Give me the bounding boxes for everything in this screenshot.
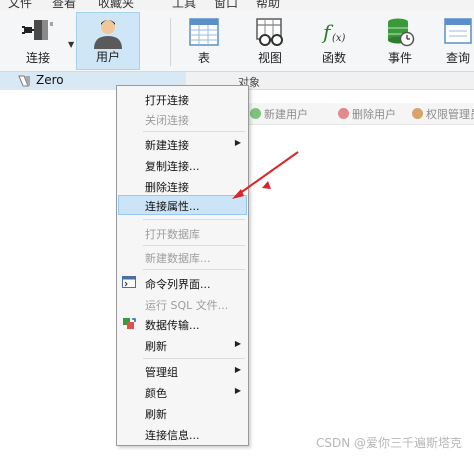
- menu-separator: [143, 131, 245, 132]
- delete-icon: [338, 108, 349, 119]
- menu-item-label: 复制连接...: [145, 160, 200, 173]
- menu-item-copy-connection[interactable]: 复制连接...: [118, 155, 247, 175]
- query-label: 查询: [445, 51, 470, 65]
- data-transfer-icon: [122, 317, 136, 334]
- menu-item-label: 连接属性...: [145, 200, 200, 213]
- menu-item-label: 数据传输...: [145, 319, 200, 332]
- menu-item-new-connection[interactable]: 新建连接 ▶: [118, 134, 247, 154]
- user-label: 用户: [95, 50, 120, 64]
- menu-item-label: 颜色: [145, 387, 167, 400]
- menu-item-run-sql-file: 运行 SQL 文件...: [118, 294, 247, 314]
- menu-item-close-connection: 关闭连接: [118, 109, 247, 129]
- submenu-arrow-icon: ▶: [234, 365, 241, 374]
- view-label: 视图: [257, 51, 282, 65]
- connect-dropdown-icon[interactable]: ▼: [68, 40, 74, 49]
- menu-item-label: 命令列界面...: [145, 278, 211, 291]
- toolbar-separator: [170, 18, 171, 66]
- query-button[interactable]: 查询: [438, 12, 474, 70]
- menu-item-command-line[interactable]: 命令列界面...: [118, 273, 247, 293]
- main-toolbar: 连接 ▼ 用户 表 视图 f (x) 函数 事件 查询: [0, 10, 474, 72]
- menu-item-refresh-submenu[interactable]: 刷新 ▶: [118, 335, 247, 355]
- table-button[interactable]: 表: [178, 12, 230, 70]
- add-icon: [250, 108, 261, 119]
- connect-label: 连接: [25, 51, 50, 65]
- menu-item-new-database: 新建数据库...: [118, 247, 247, 267]
- connection-name: Zero: [36, 73, 64, 87]
- svg-text:(x): (x): [332, 33, 346, 44]
- new-user-label: 新建用户: [264, 108, 308, 121]
- menu-window[interactable]: 窗口: [214, 0, 238, 10]
- menu-favorites[interactable]: 收藏夹: [98, 0, 134, 10]
- console-icon: [122, 276, 136, 291]
- watermark: CSDN @爱你三千遍斯塔克: [315, 436, 462, 450]
- menu-item-refresh[interactable]: 刷新: [118, 403, 247, 423]
- table-label: 表: [197, 51, 210, 65]
- menu-file[interactable]: 文件: [8, 0, 32, 10]
- menu-separator: [143, 219, 245, 220]
- menu-item-data-transfer[interactable]: 数据传输...: [118, 314, 247, 334]
- connection-context-menu: 打开连接 关闭连接 新建连接 ▶ 复制连接... 删除连接 连接属性... 打开数…: [116, 85, 249, 446]
- privilege-icon: [412, 108, 423, 119]
- menu-item-open-database: 打开数据库: [118, 223, 247, 243]
- submenu-arrow-icon: ▶: [234, 138, 241, 147]
- menu-separator: [143, 358, 245, 359]
- menu-item-label: 打开连接: [145, 94, 189, 107]
- menu-item-connection-properties[interactable]: 连接属性...: [118, 195, 247, 215]
- new-user-button[interactable]: 新建用户: [250, 106, 308, 122]
- menu-item-label: 运行 SQL 文件...: [145, 299, 229, 312]
- function-icon: f (x): [319, 17, 349, 50]
- menu-item-label: 打开数据库: [145, 228, 200, 241]
- menu-item-manage-group[interactable]: 管理组 ▶: [118, 361, 247, 381]
- query-icon: [443, 17, 473, 50]
- event-label: 事件: [387, 51, 412, 65]
- connect-button[interactable]: 连接: [8, 12, 68, 70]
- menu-item-label: 删除连接: [145, 181, 189, 194]
- delete-user-label: 删除用户: [352, 108, 396, 121]
- menu-item-open-connection[interactable]: 打开连接: [118, 89, 247, 109]
- menu-item-delete-connection[interactable]: 删除连接: [118, 176, 247, 196]
- event-button[interactable]: 事件: [374, 12, 426, 70]
- privilege-manager-label: 权限管理员: [426, 108, 474, 121]
- menu-item-color[interactable]: 颜色 ▶: [118, 382, 247, 402]
- delete-user-button[interactable]: 删除用户: [338, 106, 396, 122]
- plug-icon: [20, 18, 56, 51]
- table-icon: [189, 17, 219, 50]
- user-icon: [91, 17, 125, 52]
- function-button[interactable]: f (x) 函数: [308, 12, 360, 70]
- menu-item-label: 新建连接: [145, 139, 189, 152]
- menu-bar: 文件 查看 收藏夹 工具 窗口 帮助: [0, 0, 474, 10]
- submenu-arrow-icon: ▶: [234, 386, 241, 395]
- menu-separator: [143, 269, 245, 270]
- menu-item-connection-info[interactable]: 连接信息...: [118, 424, 247, 444]
- view-icon: [255, 17, 285, 50]
- menu-item-label: 管理组: [145, 366, 178, 379]
- menu-tools[interactable]: 工具: [172, 0, 196, 10]
- user-button[interactable]: 用户: [76, 12, 140, 70]
- function-label: 函数: [321, 51, 346, 65]
- submenu-arrow-icon: ▶: [234, 339, 241, 348]
- view-button[interactable]: 视图: [244, 12, 296, 70]
- event-icon: [385, 17, 415, 50]
- menu-item-label: 新建数据库...: [145, 252, 211, 265]
- connection-icon: [18, 75, 32, 90]
- menu-item-label: 关闭连接: [145, 114, 189, 127]
- menu-help[interactable]: 帮助: [256, 0, 280, 10]
- menu-separator: [143, 245, 245, 246]
- privilege-manager-button[interactable]: 权限管理员: [412, 106, 474, 122]
- menu-item-label: 连接信息...: [145, 429, 200, 442]
- menu-item-label: 刷新: [145, 340, 167, 353]
- menu-view[interactable]: 查看: [52, 0, 76, 10]
- menu-item-label: 刷新: [145, 408, 167, 421]
